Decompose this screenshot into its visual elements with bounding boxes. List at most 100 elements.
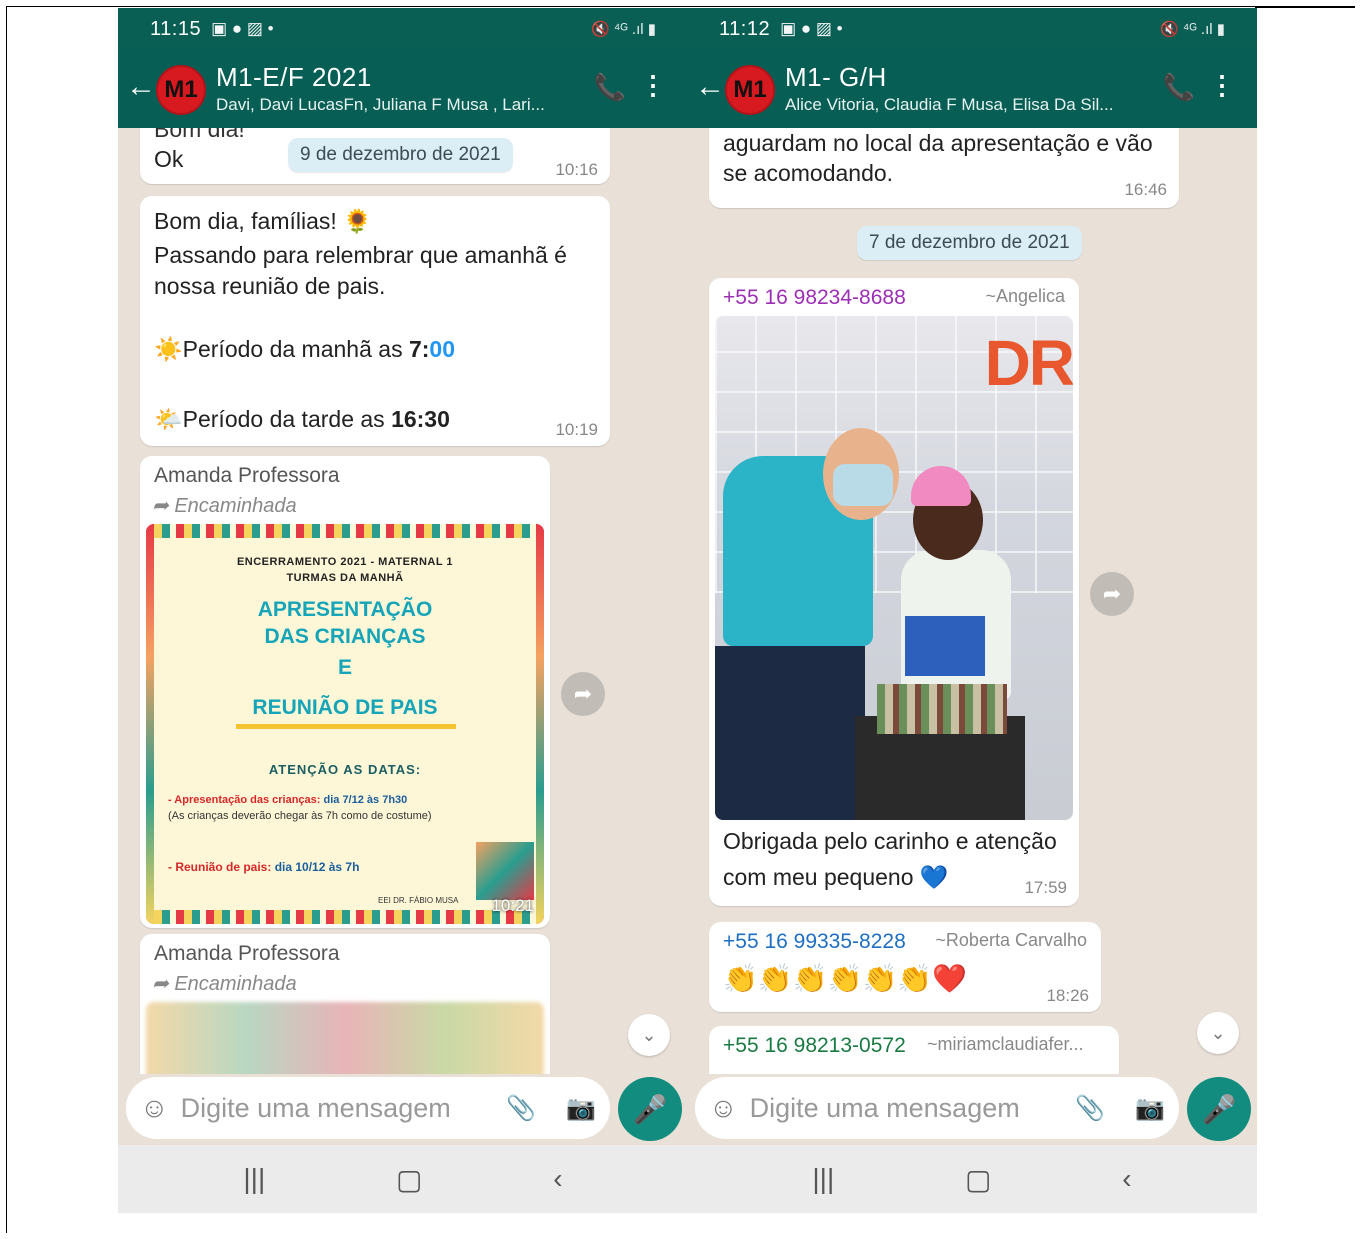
status-bar: 11:12 ▣ ● ▨ • 🔇 ⁴ᴳ .ıl ▮ <box>687 8 1257 50</box>
sun-cloud-icon: 🌤️ <box>154 406 183 432</box>
poster-header: ENCERRAMENTO 2021 - MATERNAL 1 TURMAS DA … <box>236 556 454 584</box>
emoji-icon[interactable]: ☺ <box>709 1092 738 1124</box>
message-bubble[interactable]: Bom dia, famílias! 🌻 Passando para relem… <box>140 196 610 446</box>
attach-icon[interactable]: 📎 <box>1075 1094 1105 1123</box>
message-time: 16:46 <box>1124 180 1167 199</box>
camera-icon[interactable]: 📷 <box>566 1094 596 1123</box>
notification-icons: ▣ ● ▨ • <box>211 19 274 38</box>
input-placeholder: Digite uma mensagem <box>180 1092 451 1123</box>
sender-name: Amanda Professora <box>154 464 340 487</box>
home-button[interactable]: ▢ <box>396 1163 422 1196</box>
forwarded-label: ➦ Encaminhada <box>152 973 297 995</box>
left-phone-screen: 11:15 ▣ ● ▨ • 🔇 ⁴ᴳ .ıl ▮ ← M1 M1-E/F 202… <box>118 8 688 1213</box>
notification-icons: ▣ ● ▨ • <box>780 19 843 38</box>
message-input[interactable]: ☺ Digite uma mensagem 📎 📷 <box>695 1077 1179 1139</box>
message-text: Bom dia! <box>154 128 245 142</box>
more-options-icon[interactable]: ⋮ <box>1209 70 1235 101</box>
forwarded-image-message[interactable]: Amanda Professora ➦ Encaminhada <box>140 934 550 1074</box>
android-nav-bar: ||| ▢ ‹ <box>687 1145 1257 1213</box>
status-time: 11:15 <box>150 17 202 40</box>
school-logo <box>476 842 534 900</box>
input-placeholder: Digite uma mensagem <box>749 1092 1020 1123</box>
message-text: aguardam no local da apresentação e vão <box>723 130 1153 156</box>
sender-alias: ~miriamclaudiafer... <box>927 1034 1084 1054</box>
group-title[interactable]: M1- G/H <box>785 62 887 93</box>
sender-phone[interactable]: +55 16 98234-8688 <box>723 286 906 310</box>
sender-alias: ~Angelica <box>985 286 1065 306</box>
date-chip: 7 de dezembro de 2021 <box>857 226 1082 260</box>
recent-apps-button[interactable]: ||| <box>812 1163 834 1195</box>
sun-icon: ☀️ <box>154 336 183 362</box>
camera-icon[interactable]: 📷 <box>1135 1094 1165 1123</box>
chat-area[interactable]: Bom dia! Ok 10:16 9 de dezembro de 2021 … <box>118 128 688 1074</box>
forwarded-label: ➦ Encaminhada <box>152 495 297 517</box>
forwarded-image-message[interactable]: Amanda Professora ➦ Encaminhada ENCERRAM… <box>140 456 550 928</box>
poster-item-1: - Apresentação das crianças: dia 7/12 às… <box>168 794 432 822</box>
message-bubble[interactable]: +55 16 99335-8228 ~Roberta Carvalho 👏👏👏👏… <box>709 922 1101 1012</box>
message-time: 17:59 <box>1024 878 1067 897</box>
back-arrow-icon[interactable]: ← <box>695 70 725 104</box>
scroll-down-icon[interactable]: ⌄ <box>628 1014 670 1056</box>
message-time: 10:19 <box>555 420 598 439</box>
poster-subtitle: REUNIÃO DE PAIS <box>252 696 438 719</box>
emoji-icon[interactable]: ☺ <box>140 1092 169 1124</box>
group-members[interactable]: Davi, Davi LucasFn, Juliana F Musa , Lar… <box>216 95 576 115</box>
message-time: 18:26 <box>1046 986 1089 1005</box>
message-text: 👏👏👏👏👏👏❤️ <box>723 963 968 994</box>
chat-header: ← M1 M1- G/H Alice Vitoria, Claudia F Mu… <box>687 50 1257 128</box>
afternoon-period: 🌤️Período da tarde as 16:30 <box>154 406 450 432</box>
image-caption: com meu pequeno 💙 <box>723 864 949 890</box>
poster-image[interactable]: ENCERRAMENTO 2021 - MATERNAL 1 TURMAS DA … <box>146 524 544 924</box>
poster-title: APRESENTAÇÃO DAS CRIANÇAS E <box>257 598 433 679</box>
nav-back-button[interactable]: ‹ <box>553 1163 562 1195</box>
nav-back-button[interactable]: ‹ <box>1122 1163 1131 1195</box>
add-call-icon[interactable]: 📞 <box>594 72 626 103</box>
recent-apps-button[interactable]: ||| <box>243 1163 265 1195</box>
date-chip: 9 de dezembro de 2021 <box>288 138 513 172</box>
message-text: Ok <box>154 146 184 172</box>
sender-phone[interactable]: +55 16 99335-8228 <box>723 930 906 954</box>
group-title[interactable]: M1-E/F 2021 <box>216 62 372 93</box>
poster-attention: ATENÇÃO AS DATAS: <box>268 762 422 777</box>
photo-sign: DR <box>984 327 1073 399</box>
group-avatar[interactable]: M1 <box>725 65 775 115</box>
mic-button[interactable]: 🎤 <box>1187 1077 1251 1141</box>
message-text: Passando para relembrar que amanhã é nos… <box>154 242 567 299</box>
message-time: 10:21 <box>491 896 534 915</box>
signal-battery-icons: 🔇 ⁴ᴳ .ıl ▮ <box>1160 21 1225 38</box>
poster-footer: EEI DR. FÁBIO MUSA <box>378 896 459 905</box>
group-members[interactable]: Alice Vitoria, Claudia F Musa, Elisa Da … <box>785 95 1145 115</box>
home-button[interactable]: ▢ <box>965 1163 991 1196</box>
photo-image[interactable]: DR <box>715 316 1073 820</box>
message-input[interactable]: ☺ Digite uma mensagem 📎 📷 <box>126 1077 610 1139</box>
chat-area[interactable]: aguardam no local da apresentação e vão … <box>687 128 1257 1074</box>
message-time: 10:16 <box>555 160 598 179</box>
image-caption: Obrigada pelo carinho e atenção <box>723 828 1057 854</box>
status-time: 11:12 <box>719 17 771 40</box>
attach-icon[interactable]: 📎 <box>506 1094 536 1123</box>
message-bubble[interactable]: +55 16 98213-0572 ~miriamclaudiafer... <box>709 1026 1119 1074</box>
group-avatar[interactable]: M1 <box>156 65 206 115</box>
input-bar: ☺ Digite uma mensagem 📎 📷 🎤 <box>118 1074 688 1152</box>
morning-period: ☀️Período da manhã as 7:00 <box>154 336 456 362</box>
back-arrow-icon[interactable]: ← <box>126 70 156 104</box>
message-text: se acomodando. <box>723 160 894 186</box>
forward-icon: ➦ <box>152 973 175 995</box>
input-bar: ☺ Digite uma mensagem 📎 📷 🎤 <box>687 1074 1257 1152</box>
mic-button[interactable]: 🎤 <box>618 1077 682 1141</box>
sender-phone[interactable]: +55 16 98213-0572 <box>723 1034 906 1058</box>
android-nav-bar: ||| ▢ ‹ <box>118 1145 688 1213</box>
scroll-down-icon[interactable]: ⌄ <box>1197 1012 1239 1054</box>
more-options-icon[interactable]: ⋮ <box>640 70 666 101</box>
status-bar: 11:15 ▣ ● ▨ • 🔇 ⁴ᴳ .ıl ▮ <box>118 8 688 50</box>
add-call-icon[interactable]: 📞 <box>1163 72 1195 103</box>
message-text: Bom dia, famílias! 🌻 <box>154 208 372 234</box>
image-message[interactable]: +55 16 98234-8688 ~Angelica DR Obrigada … <box>709 278 1079 906</box>
right-phone-screen: 11:12 ▣ ● ▨ • 🔇 ⁴ᴳ .ıl ▮ ← M1 M1- G/H Al… <box>687 8 1257 1213</box>
forward-icon: ➦ <box>152 495 175 517</box>
sender-name: Amanda Professora <box>154 942 340 965</box>
share-icon[interactable]: ➦ <box>1090 572 1134 616</box>
share-icon[interactable]: ➦ <box>561 672 605 716</box>
message-bubble[interactable]: aguardam no local da apresentação e vão … <box>709 128 1179 208</box>
blurred-image[interactable] <box>146 1002 544 1074</box>
